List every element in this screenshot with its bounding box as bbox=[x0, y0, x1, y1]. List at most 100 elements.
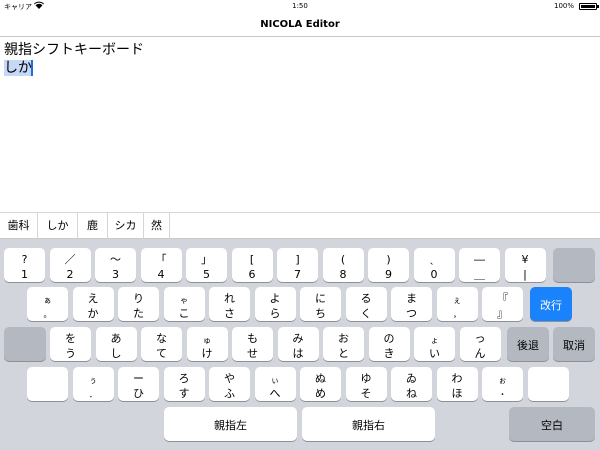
key-shift-char: ] bbox=[295, 253, 300, 266]
key-r1-7[interactable]: (8 bbox=[322, 248, 364, 282]
key-r1-6[interactable]: ] 7 bbox=[277, 248, 318, 282]
key-r3-5[interactable]: みは bbox=[277, 327, 319, 361]
key-r3-7[interactable]: のき bbox=[368, 327, 410, 361]
key-r3-3[interactable]: ゅけ bbox=[186, 327, 228, 361]
key-base-char: さ bbox=[224, 307, 235, 320]
key-shift-char: わ bbox=[451, 372, 463, 385]
key-shift-char: ゆ bbox=[360, 372, 372, 385]
key-r4-3[interactable]: ろす bbox=[163, 367, 205, 401]
key-shift-char: れ bbox=[224, 292, 235, 305]
key-r1-3[interactable]: 「4 bbox=[140, 248, 182, 282]
key-r3-9[interactable]: っん bbox=[459, 327, 501, 361]
key-base-char: た bbox=[133, 307, 144, 320]
key-r3-8[interactable]: ょい bbox=[414, 327, 455, 361]
key-base-char: ら bbox=[269, 307, 281, 320]
key-shift-char: ぁ bbox=[43, 296, 52, 305]
key-base-char: 0 bbox=[430, 268, 438, 281]
key-r1-0[interactable]: ? 1 bbox=[4, 248, 45, 282]
key-r4-0[interactable] bbox=[27, 367, 68, 401]
enter-key-label: 改行 bbox=[540, 299, 562, 312]
text-caret bbox=[31, 60, 33, 76]
backspace-key[interactable]: 後退 bbox=[507, 327, 549, 361]
key-shift-char: ¥ bbox=[521, 253, 529, 266]
key-shift-char: に bbox=[315, 292, 326, 305]
key-r3-2[interactable]: なて bbox=[141, 327, 182, 361]
left-thumb-key[interactable]: 親指左 bbox=[164, 407, 297, 441]
key-r1-1[interactable]: ／ 2 bbox=[49, 248, 91, 282]
key-base-char: そ bbox=[360, 387, 372, 400]
candidate-item[interactable]: 鹿 bbox=[78, 213, 108, 239]
key-base-char: ね bbox=[406, 387, 417, 400]
cancel-key[interactable]: 取消 bbox=[553, 327, 595, 361]
key-base-char: め bbox=[315, 387, 326, 400]
key-shift-char: っ bbox=[474, 332, 486, 345]
key-base-char: し bbox=[110, 347, 122, 360]
key-r4-9[interactable]: わほ bbox=[436, 367, 478, 401]
key-r1-5[interactable]: [6 bbox=[231, 248, 273, 282]
marked-text: しか bbox=[4, 60, 32, 76]
key-r4-7[interactable]: ゆそ bbox=[345, 367, 387, 401]
key-shift-char: ー bbox=[133, 372, 144, 385]
cancel-key-label: 取消 bbox=[563, 339, 585, 352]
key-r4-10[interactable]: ぉ・ bbox=[482, 367, 523, 401]
key-r2-0[interactable]: ぁ。 bbox=[27, 287, 68, 321]
key-shift-char: を bbox=[65, 332, 76, 345]
key-base-char: ほ bbox=[451, 387, 463, 400]
key-base-char: せ bbox=[247, 347, 258, 360]
key-base-char: 6 bbox=[248, 268, 256, 281]
candidate-item[interactable]: シカ bbox=[108, 213, 144, 239]
candidate-item[interactable]: 歯科 bbox=[0, 213, 38, 239]
key-r3-1[interactable]: あし bbox=[95, 327, 137, 361]
enter-key[interactable]: 改行 bbox=[530, 287, 572, 321]
key-base-char: へ bbox=[269, 387, 281, 400]
key-r4-2[interactable]: ーひ bbox=[118, 367, 159, 401]
key-shift-char: る bbox=[360, 292, 372, 305]
key-r1-10[interactable]: ― ＿ bbox=[459, 248, 500, 282]
status-bar: キャリア 1:50 100% bbox=[0, 0, 600, 13]
candidate-item[interactable]: しか bbox=[38, 213, 78, 239]
key-base-char: か bbox=[87, 307, 99, 320]
key-r2-7[interactable]: るく bbox=[345, 287, 387, 321]
key-shift-char: ゅ bbox=[203, 336, 211, 345]
key-shift-char: 」 bbox=[201, 253, 212, 266]
key-r3-4[interactable]: もせ bbox=[232, 327, 273, 361]
key-r4-5[interactable]: ぃへ bbox=[254, 367, 296, 401]
key-shift-char: あ bbox=[110, 332, 122, 345]
key-r2-10[interactable]: 『』 bbox=[482, 287, 523, 321]
key-r2-9[interactable]: ぇ， bbox=[436, 287, 478, 321]
navigation-bar: NICOLA Editor bbox=[0, 13, 600, 37]
key-r2-3[interactable]: ゃこ bbox=[163, 287, 205, 321]
key-r1-dark[interactable] bbox=[553, 248, 595, 282]
key-base-char: て bbox=[156, 347, 167, 360]
text-editor[interactable]: 親指シフトキーボード しか bbox=[0, 37, 600, 212]
key-r4-11[interactable] bbox=[527, 367, 569, 401]
key-r2-2[interactable]: りた bbox=[118, 287, 159, 321]
key-shift-char: み bbox=[292, 332, 304, 345]
key-r2-8[interactable]: まつ bbox=[391, 287, 432, 321]
key-r4-1[interactable]: ぅ． bbox=[72, 367, 114, 401]
key-r3-dark[interactable] bbox=[4, 327, 46, 361]
candidate-item[interactable]: 然 bbox=[144, 213, 170, 239]
key-shift-char: ぃ bbox=[271, 376, 279, 385]
key-r2-6[interactable]: にち bbox=[300, 287, 341, 321]
key-r4-4[interactable]: やふ bbox=[209, 367, 250, 401]
key-r1-4[interactable]: 」 5 bbox=[186, 248, 227, 282]
key-base-char: ＿ bbox=[474, 268, 485, 281]
key-base-char: ふ bbox=[224, 387, 235, 400]
key-r3-0[interactable]: をう bbox=[50, 327, 91, 361]
key-r2-1[interactable]: えか bbox=[72, 287, 114, 321]
right-thumb-key[interactable]: 親指右 bbox=[302, 407, 435, 441]
key-r4-6[interactable]: ぬめ bbox=[300, 367, 341, 401]
key-r1-11[interactable]: ¥ | bbox=[504, 248, 546, 282]
key-r2-5[interactable]: よら bbox=[254, 287, 296, 321]
key-r1-8[interactable]: ) 9 bbox=[368, 248, 409, 282]
key-base-char: 4 bbox=[157, 268, 165, 281]
key-base-char: 9 bbox=[385, 268, 392, 281]
key-r2-4[interactable]: れさ bbox=[209, 287, 250, 321]
key-shift-char: ろ bbox=[178, 372, 190, 385]
key-r3-6[interactable]: おと bbox=[323, 327, 364, 361]
key-r4-8[interactable]: ゐね bbox=[391, 367, 432, 401]
key-r1-9[interactable]: 、 0 bbox=[413, 248, 455, 282]
space-key[interactable]: 空白 bbox=[509, 407, 595, 441]
key-r1-2[interactable]: 〜 3 bbox=[95, 248, 136, 282]
